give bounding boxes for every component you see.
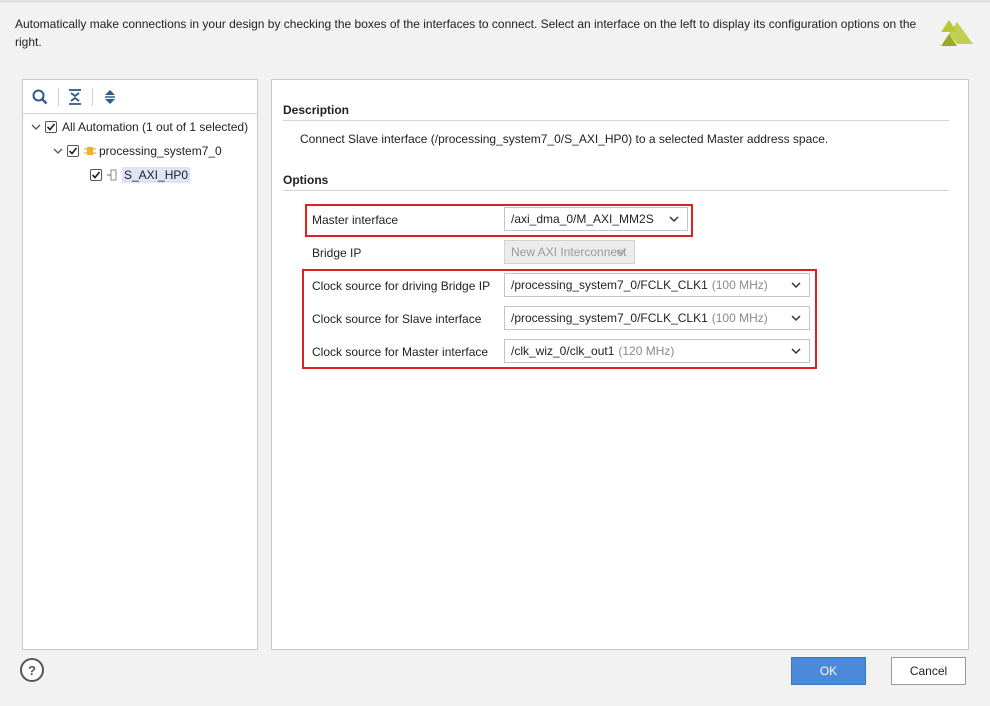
master-interface-select[interactable]: /axi_dma_0/M_AXI_MM2S [504, 207, 688, 231]
chevron-down-icon [791, 348, 801, 355]
ok-button[interactable]: OK [791, 657, 866, 685]
search-icon[interactable] [31, 88, 49, 106]
bridge-ip-label: Bridge IP [312, 246, 362, 260]
top-divider [0, 0, 990, 3]
chevron-down-icon [791, 282, 801, 289]
tree-item-s-axi-hp0[interactable]: S_AXI_HP0 [90, 165, 191, 185]
chevron-down-icon [669, 216, 679, 223]
cancel-button[interactable]: Cancel [891, 657, 966, 685]
instructions-text: Automatically make connections in your d… [15, 17, 917, 49]
toolbar-separator [58, 88, 59, 106]
chevron-down-icon[interactable] [53, 146, 63, 156]
clock-slave-value: /processing_system7_0/FCLK_CLK1 [511, 311, 708, 325]
master-interface-label: Master interface [312, 213, 399, 227]
tree-label-s-axi-hp0: S_AXI_HP0 [122, 167, 191, 183]
collapse-all-icon[interactable] [66, 88, 84, 106]
toolbar-separator [92, 88, 93, 106]
clock-bridge-frequency: (100 MHz) [711, 278, 768, 292]
chevron-down-icon [791, 315, 801, 322]
checkbox-processing-system[interactable] [67, 145, 79, 157]
checkmark-icon [91, 171, 101, 179]
tree-label-all-automation: All Automation (1 out of 1 selected) [62, 120, 249, 134]
tree-label-processing-system: processing_system7_0 [99, 144, 222, 158]
clock-slave-frequency: (100 MHz) [711, 311, 768, 325]
clock-master-value: /clk_wiz_0/clk_out1 [511, 344, 615, 358]
clock-slave-select[interactable]: /processing_system7_0/FCLK_CLK1 (100 MHz… [504, 306, 810, 330]
chevron-down-icon[interactable] [31, 122, 41, 132]
tree-item-processing-system[interactable]: processing_system7_0 [53, 141, 222, 161]
tree-toolbar [23, 80, 257, 114]
options-heading: Options [283, 173, 329, 187]
ip-block-icon [84, 147, 96, 155]
clock-bridge-value: /processing_system7_0/FCLK_CLK1 [511, 278, 708, 292]
configuration-panel: Description Connect Slave interface (/pr… [271, 79, 969, 650]
tree-item-all-automation[interactable]: All Automation (1 out of 1 selected) [31, 117, 248, 137]
clock-bridge-label: Clock source for driving Bridge IP [312, 279, 491, 293]
help-button[interactable]: ? [20, 658, 44, 682]
checkbox-s-axi-hp0[interactable] [90, 169, 102, 181]
checkbox-all-automation[interactable] [45, 121, 57, 133]
clock-master-label: Clock source for Master interface [312, 345, 489, 359]
checkmark-icon [68, 147, 78, 155]
bridge-ip-value: New AXI Interconnect [511, 245, 627, 259]
xilinx-logo-icon [941, 20, 973, 46]
description-text: Connect Slave interface (/processing_sys… [300, 132, 829, 146]
master-interface-value: /axi_dma_0/M_AXI_MM2S [511, 212, 654, 226]
interface-tree-panel: All Automation (1 out of 1 selected) pro… [22, 79, 258, 650]
description-divider [283, 120, 949, 121]
clock-bridge-select[interactable]: /processing_system7_0/FCLK_CLK1 (100 MHz… [504, 273, 810, 297]
description-heading: Description [283, 103, 350, 117]
clock-master-select[interactable]: /clk_wiz_0/clk_out1 (120 MHz) [504, 339, 810, 363]
clock-master-frequency: (120 MHz) [618, 344, 675, 358]
checkmark-icon [46, 123, 56, 131]
bus-interface-icon [107, 169, 117, 181]
clock-slave-label: Clock source for Slave interface [312, 312, 482, 326]
expand-all-icon[interactable] [101, 88, 119, 106]
options-divider [283, 190, 949, 191]
chevron-down-icon [616, 249, 626, 256]
bridge-ip-select: New AXI Interconnect [504, 240, 635, 264]
